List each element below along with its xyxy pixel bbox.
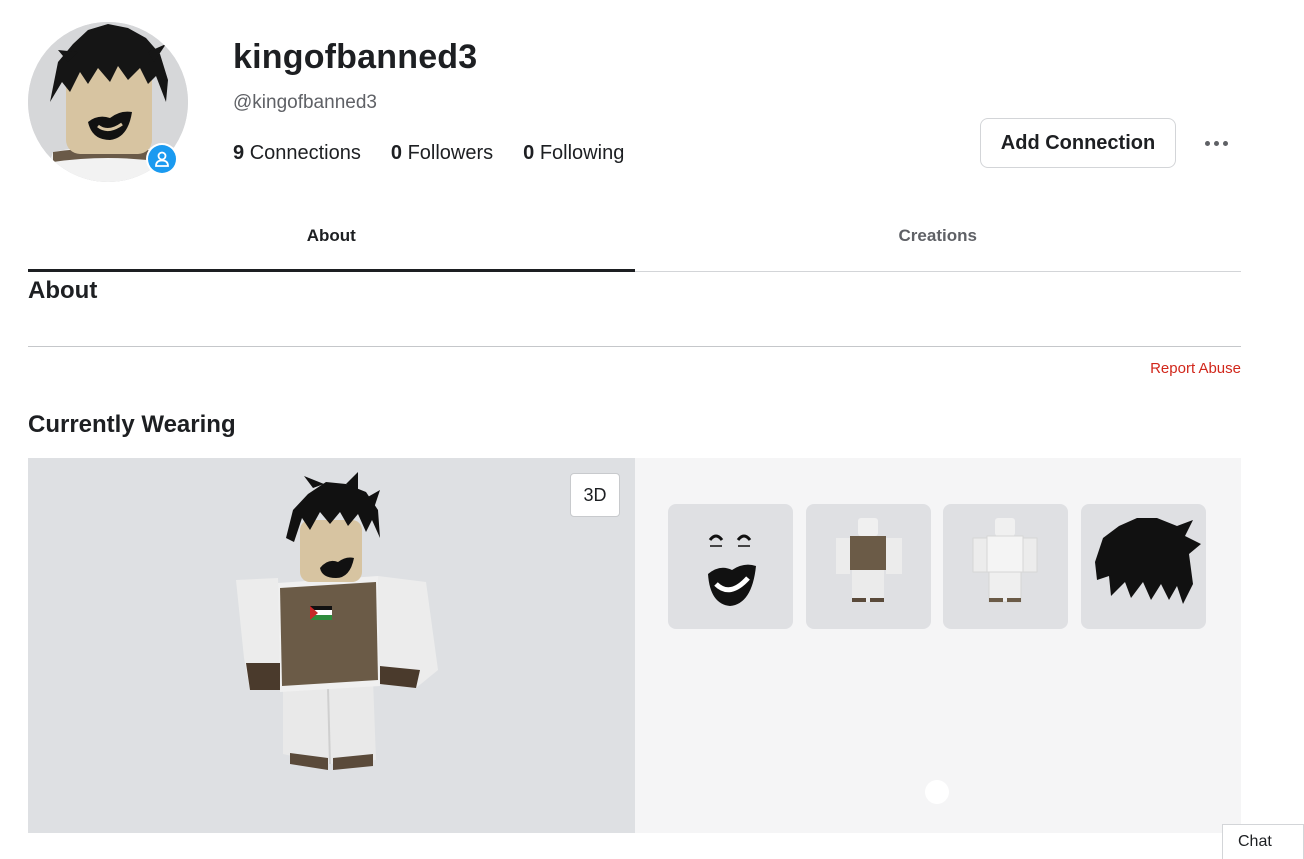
stat-count: 9 xyxy=(233,142,245,164)
tab-creations[interactable]: Creations xyxy=(635,206,1242,271)
user-icon xyxy=(148,145,176,173)
stat-count: 0 xyxy=(390,142,402,164)
outfit-white-item[interactable] xyxy=(943,504,1068,629)
stat-following[interactable]: 0 Following xyxy=(523,142,624,165)
pagination-dot[interactable] xyxy=(925,780,949,804)
stat-label: Following xyxy=(539,142,625,164)
report-abuse-link[interactable]: Report Abuse xyxy=(1150,360,1241,377)
chat-button[interactable]: Chat xyxy=(1222,824,1304,859)
divider xyxy=(28,346,1241,347)
username: @kingofbanned3 xyxy=(233,92,377,113)
profile-stats: 9 Connections 0 Followers 0 Following xyxy=(233,142,624,165)
face-thumbnail xyxy=(708,534,756,606)
about-heading: About xyxy=(28,277,98,304)
stat-label: Connections xyxy=(249,142,361,164)
add-connection-button[interactable]: Add Connection xyxy=(980,118,1176,168)
more-options-icon[interactable] xyxy=(1196,128,1236,158)
wearing-items-panel xyxy=(635,458,1241,833)
outfit-white-thumbnail xyxy=(972,518,1038,603)
stat-connections[interactable]: 9 Connections xyxy=(233,142,361,165)
presence-badge xyxy=(146,143,178,175)
stat-followers[interactable]: 0 Followers xyxy=(391,142,493,165)
hair-item[interactable] xyxy=(1081,504,1206,629)
stat-count: 0 xyxy=(523,142,535,164)
profile-tabs: About Creations xyxy=(28,206,1241,272)
outfit-vest-thumbnail xyxy=(836,518,902,602)
display-name: kingofbanned3 xyxy=(233,38,478,76)
view-mode-3d-button[interactable]: 3D xyxy=(570,473,620,517)
avatar-viewer[interactable]: 3D xyxy=(28,458,635,833)
stat-label: Followers xyxy=(407,142,494,164)
tab-about[interactable]: About xyxy=(28,206,635,272)
profile-avatar[interactable] xyxy=(28,22,188,182)
hair-thumbnail xyxy=(1095,518,1201,604)
face-item[interactable] xyxy=(668,504,793,629)
outfit-vest-item[interactable] xyxy=(806,504,931,629)
currently-wearing-heading: Currently Wearing xyxy=(28,411,236,438)
avatar-figure xyxy=(236,472,438,770)
